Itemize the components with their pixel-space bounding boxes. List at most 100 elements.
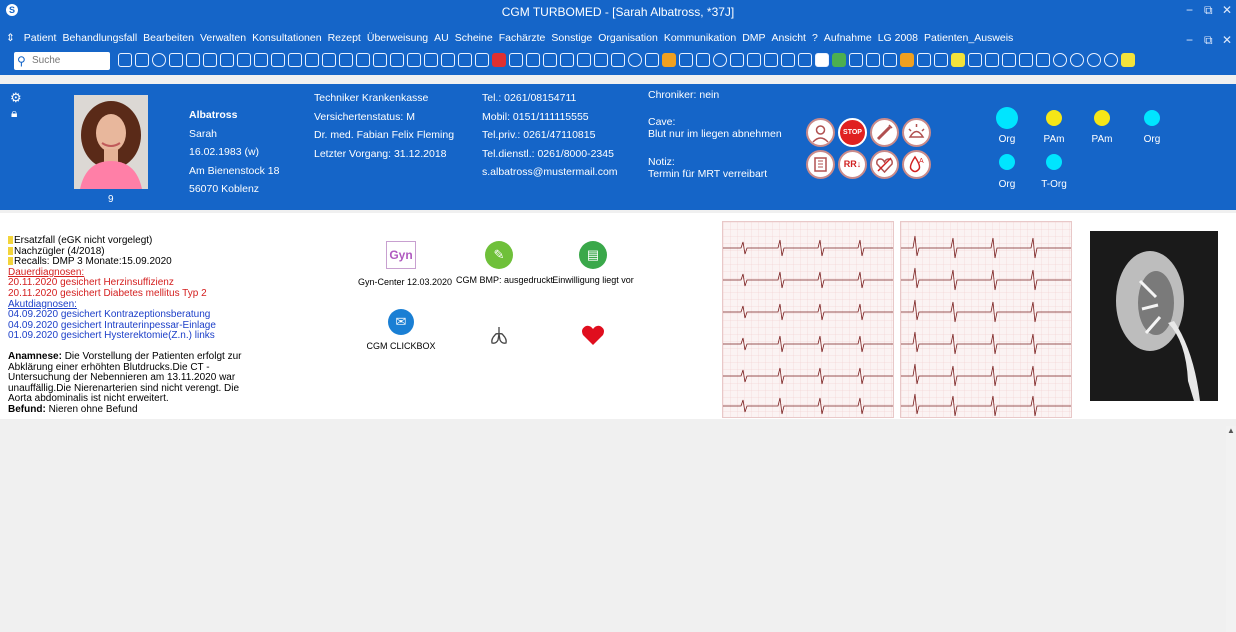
menu-item[interactable]: Ansicht [772, 32, 806, 44]
menu-item[interactable]: Rezept [328, 32, 361, 44]
toolbar-button-icon[interactable] [832, 53, 846, 67]
toolbar-button-icon[interactable] [968, 53, 982, 67]
toolbar-button-icon[interactable] [560, 53, 574, 67]
toolbar-button-icon[interactable] [373, 53, 387, 67]
toolbar-button-icon[interactable] [135, 53, 149, 67]
toolbar-button-icon[interactable] [866, 53, 880, 67]
menu-item[interactable]: ? [812, 32, 818, 44]
toolbar-button-icon[interactable] [543, 53, 557, 67]
toolbar-button-icon[interactable] [577, 53, 591, 67]
heart-cross-icon[interactable] [870, 150, 899, 179]
doc-close-button[interactable]: ✕ [1222, 33, 1232, 47]
toolbar-button-icon[interactable] [883, 53, 897, 67]
toolbar-button-icon[interactable] [186, 53, 200, 67]
close-button[interactable]: ✕ [1222, 3, 1232, 17]
toolbar-button-icon[interactable] [458, 53, 472, 67]
toolbar-button-icon[interactable] [1121, 53, 1135, 67]
toolbar-button-icon[interactable] [764, 53, 778, 67]
toolbar-button-icon[interactable] [747, 53, 761, 67]
menu-item[interactable]: Fachärzte [499, 32, 546, 44]
menu-item[interactable]: Aufnahme [824, 32, 872, 44]
restore-button[interactable]: ⧉ [1204, 3, 1213, 18]
doc-minimize-button[interactable]: − [1186, 33, 1193, 47]
dauer-diagnosis[interactable]: 20.11.2020 gesichert Diabetes mellitus T… [8, 288, 258, 300]
blood-drop-icon[interactable]: A [902, 150, 931, 179]
toolbar-button-icon[interactable] [1087, 53, 1101, 67]
toolbar-button-icon[interactable] [407, 53, 421, 67]
insurance-company[interactable]: Techniker Krankenkasse [314, 89, 454, 108]
menu-item[interactable]: Konsultationen [252, 32, 321, 44]
toolbar-button-icon[interactable] [917, 53, 931, 67]
toolbar-button-icon[interactable] [900, 53, 914, 67]
kidney-xray-image[interactable] [1090, 231, 1218, 401]
toolbar-button-icon[interactable] [628, 53, 642, 67]
menu-item[interactable]: Sonstige [551, 32, 592, 44]
syringe-icon[interactable] [870, 118, 899, 147]
toolbar-button-icon[interactable] [934, 53, 948, 67]
menu-item[interactable]: Verwalten [200, 32, 246, 44]
status-dot[interactable] [1046, 110, 1062, 126]
toolbar-button-icon[interactable] [985, 53, 999, 67]
toolbar-button-icon[interactable] [1036, 53, 1050, 67]
toolbar-button-icon[interactable] [713, 53, 727, 67]
ecg-image-right[interactable] [900, 221, 1072, 418]
doc-restore-button[interactable]: ⧉ [1204, 33, 1213, 48]
toolbar-button-icon[interactable] [492, 53, 506, 67]
toolbar-button-icon[interactable] [849, 53, 863, 67]
toolbar-button-icon[interactable] [951, 53, 965, 67]
gyn-center-tile[interactable]: Gyn Gyn-Center 12.03.2020 [358, 241, 452, 287]
einwilligung-tile[interactable]: ▤ Einwilligung liegt vor [550, 241, 636, 285]
patient-photo[interactable] [74, 95, 148, 189]
toolbar-button-icon[interactable] [254, 53, 268, 67]
menu-item[interactable]: Kommunikation [664, 32, 736, 44]
scroll-up-arrow-icon[interactable]: ▲ [1226, 426, 1236, 435]
status-dot[interactable] [1046, 154, 1062, 170]
toolbar-button-icon[interactable] [339, 53, 353, 67]
toolbar-button-icon[interactable] [1070, 53, 1084, 67]
toolbar-button-icon[interactable] [1002, 53, 1016, 67]
toolbar-button-icon[interactable] [679, 53, 693, 67]
toolbar-button-icon[interactable] [798, 53, 812, 67]
menu-item[interactable]: Organisation [598, 32, 658, 44]
cgm-clickbox-tile[interactable]: ✉ CGM CLICKBOX [358, 309, 444, 351]
toolbar-button-icon[interactable] [305, 53, 319, 67]
toolbar-button-icon[interactable] [237, 53, 251, 67]
menu-item[interactable]: Behandlungsfall [62, 32, 137, 44]
toolbar-button-icon[interactable] [203, 53, 217, 67]
menu-icon[interactable]: ⇕ [6, 32, 15, 44]
toolbar-button-icon[interactable] [611, 53, 625, 67]
toolbar-button-icon[interactable] [424, 53, 438, 67]
toolbar-button-icon[interactable] [271, 53, 285, 67]
lungs-icon[interactable] [481, 325, 517, 347]
toolbar-button-icon[interactable] [645, 53, 659, 67]
settings-gear-icon[interactable]: ⚙ [10, 90, 22, 106]
menu-item[interactable]: Bearbeiten [143, 32, 194, 44]
toolbar-button-icon[interactable] [288, 53, 302, 67]
status-dot[interactable] [1144, 110, 1160, 126]
menu-item[interactable]: Patient [24, 32, 57, 44]
minimize-button[interactable]: − [1186, 3, 1193, 17]
toolbar-button-icon[interactable] [356, 53, 370, 67]
toolbar-button-icon[interactable] [118, 53, 132, 67]
nurse-icon[interactable] [806, 118, 835, 147]
status-dot[interactable] [999, 154, 1015, 170]
lock-icon[interactable]: 🔒︎ [11, 106, 17, 121]
toolbar-button-icon[interactable] [781, 53, 795, 67]
toolbar-button-icon[interactable] [441, 53, 455, 67]
ecg-image-left[interactable] [722, 221, 894, 418]
menu-item[interactable]: Überweisung [367, 32, 428, 44]
toolbar-button-icon[interactable] [152, 53, 166, 67]
status-dot[interactable] [996, 107, 1018, 129]
toolbar-button-icon[interactable] [390, 53, 404, 67]
toolbar-button-icon[interactable] [1104, 53, 1118, 67]
vertical-scrollbar[interactable]: ▲ [1226, 426, 1236, 632]
sun-icon[interactable] [902, 118, 931, 147]
search-input[interactable] [32, 54, 104, 67]
email[interactable]: s.albatross@mustermail.com [482, 163, 618, 182]
toolbar-button-icon[interactable] [526, 53, 540, 67]
toolbar-button-icon[interactable] [730, 53, 744, 67]
akut-diagnosis[interactable]: 01.09.2020 gesichert Hysterektomie(Z.n.)… [8, 331, 258, 342]
toolbar-button-icon[interactable] [169, 53, 183, 67]
menu-item[interactable]: Patienten_Ausweis [924, 32, 1013, 44]
toolbar-button-icon[interactable] [322, 53, 336, 67]
